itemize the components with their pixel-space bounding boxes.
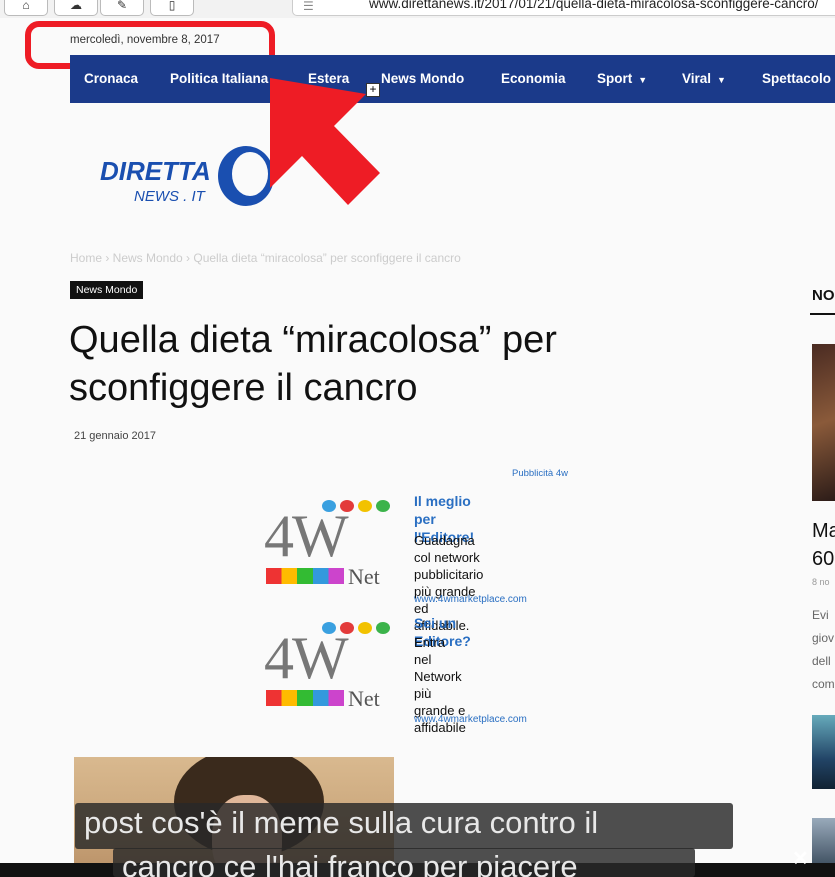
nav-item-sport[interactable]: Sport ▼: [597, 55, 647, 103]
ad-label[interactable]: Pubblicità 4w: [512, 468, 568, 479]
logo-text: DIRETTA: [100, 156, 211, 186]
ad-logo: 4W Net: [262, 614, 407, 714]
cloud-icon[interactable]: ☁: [54, 0, 98, 16]
reader-icon[interactable]: ☰: [303, 0, 314, 15]
home-icon[interactable]: ⌂: [4, 0, 48, 16]
sidebar-image[interactable]: [812, 715, 835, 789]
annotation-arrow-icon: [270, 78, 380, 205]
category-tag[interactable]: News Mondo: [70, 281, 144, 299]
sidebar-date: 8 no: [812, 577, 830, 587]
main-nav: Cronaca Politica Italiana Estera News Mo…: [70, 55, 835, 103]
nav-item-economia[interactable]: Economia: [501, 55, 566, 103]
ad-link[interactable]: www.4wmarketplace.com: [414, 594, 527, 605]
sidebar-image[interactable]: [812, 818, 835, 863]
logo-subtext: NEWS . IT: [134, 188, 205, 205]
article-date: 21 gennaio 2017: [74, 430, 156, 442]
article-title: Quella dieta “miracolosa” per sconfigger…: [69, 319, 557, 409]
video-subtitle: post cos'è il meme sulla cura contro il: [84, 805, 599, 840]
close-icon[interactable]: ✕: [792, 846, 809, 871]
sidebar-headline[interactable]: Ma 60: [812, 517, 835, 573]
address-url: www.direttаnews.it/2017/01/21/quella-die…: [369, 0, 819, 11]
nav-item-viral[interactable]: Viral ▼: [682, 55, 726, 103]
compose-icon[interactable]: ✎: [100, 0, 144, 16]
sidebar-excerpt: Evi giov dell com: [812, 608, 835, 691]
breadcrumb[interactable]: Home › News Mondo › Quella dieta “miraco…: [70, 251, 461, 265]
video-subtitle: cancro ce l'hai franco per piacere: [122, 849, 578, 877]
sidebar-image[interactable]: [812, 344, 835, 501]
sidebar-icon[interactable]: ▯: [150, 0, 194, 16]
nav-item-spettacolo[interactable]: Spettacolo: [762, 55, 831, 103]
sidebar-divider: [810, 313, 835, 315]
chevron-down-icon: ▼: [638, 75, 648, 85]
ad-logo: 4W Net: [262, 492, 407, 592]
browser-toolbar: ⌂ ☁ ✎ ▯ ☰ www.direttаnews.it/2017/01/21/…: [0, 0, 835, 18]
chevron-down-icon: ▼: [717, 75, 726, 85]
address-bar[interactable]: ☰ www.direttаnews.it/2017/01/21/quella-d…: [292, 0, 835, 16]
nav-item-cronaca[interactable]: Cronaca: [84, 55, 138, 103]
ad-link[interactable]: www.4wmarketplace.com: [414, 714, 527, 725]
sidebar-title: NO: [812, 287, 835, 304]
